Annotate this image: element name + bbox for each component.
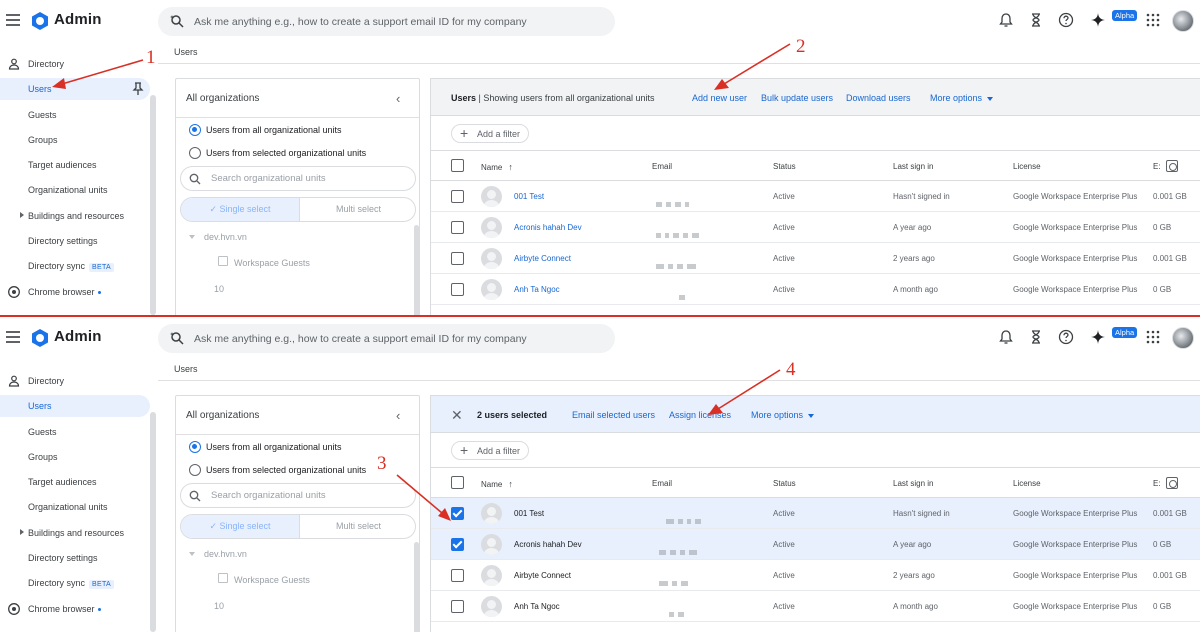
- annotation-arrow-4: [708, 369, 781, 415]
- annotation-arrow-2: [714, 43, 791, 90]
- screenshot-panel-1: Admin Alpha Directory Users Guests Group…: [0, 0, 1200, 315]
- screenshot-panel-2: Admin Alpha Directory Users Guests Group…: [0, 317, 1200, 632]
